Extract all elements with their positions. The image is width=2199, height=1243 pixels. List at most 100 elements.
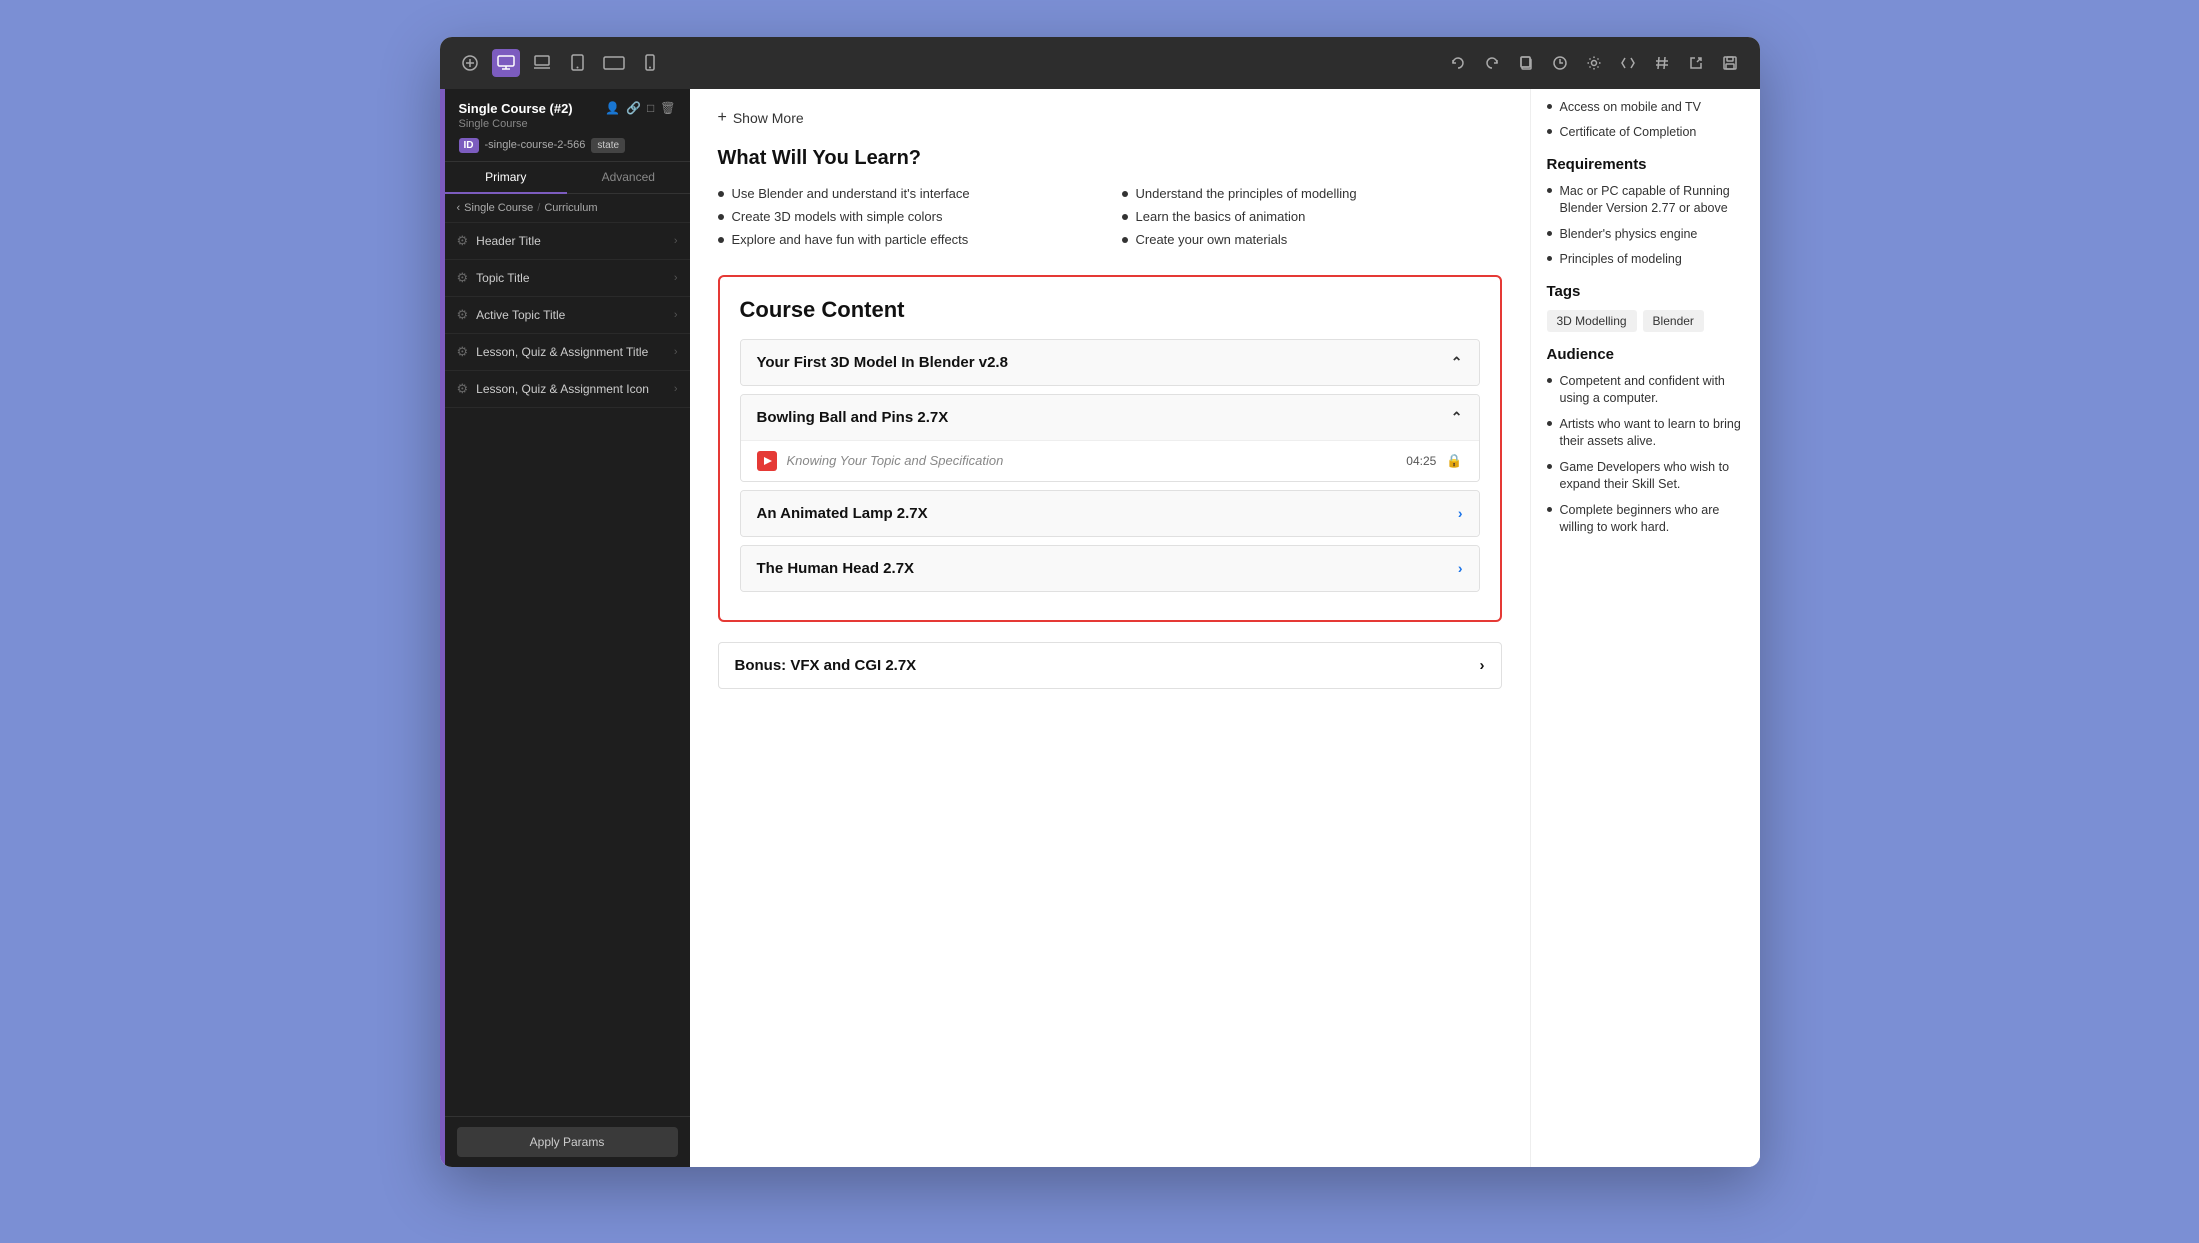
hash-icon[interactable]	[1648, 49, 1676, 77]
bullet-aud-1	[1547, 421, 1552, 426]
duplicate-icon[interactable]: □	[647, 101, 654, 115]
nav-single-course[interactable]: Single Course	[464, 202, 533, 214]
requirements-title: Requirements	[1547, 156, 1744, 173]
bullet-req-2	[1547, 256, 1552, 261]
right-item-req-0: Mac or PC capable of Running Blender Ver…	[1547, 183, 1744, 218]
history-icon[interactable]	[1546, 49, 1574, 77]
sidebar-badge-row: ID -single-course-2-566 state	[459, 138, 676, 153]
sidebar-items: ⚙ Header Title › ⚙ Topic Title › ⚙ Activ…	[445, 223, 690, 1116]
course-section-label-2: An Animated Lamp 2.7X	[757, 505, 928, 522]
course-section-label-1: Bowling Ball and Pins 2.7X	[757, 409, 949, 426]
toolbar-right	[1444, 49, 1744, 77]
sidebar-item-label-0: Header Title	[476, 234, 666, 248]
course-section-0: Your First 3D Model In Blender v2.8 ⌃	[740, 339, 1480, 386]
learn-item-2: Explore and have fun with particle effec…	[718, 232, 1098, 247]
phone-icon[interactable]	[636, 49, 664, 77]
learn-bullet-0	[718, 191, 724, 197]
link-icon[interactable]: 🔗	[626, 101, 641, 115]
sidebar-item-lesson-quiz-title[interactable]: ⚙ Lesson, Quiz & Assignment Title ›	[445, 334, 690, 371]
main-area: Single Course (#2) 👤 🔗 □ 🗑 Single Course…	[440, 89, 1760, 1167]
nav-back-icon[interactable]: ‹	[457, 202, 461, 214]
settings-icon[interactable]	[1580, 49, 1608, 77]
bullet-req-1	[1547, 231, 1552, 236]
save-icon[interactable]	[1716, 49, 1744, 77]
right-text-aud-2: Game Developers who wish to expand their…	[1560, 459, 1744, 494]
bullet-access	[1547, 104, 1552, 109]
app-window: Single Course (#2) 👤 🔗 □ 🗑 Single Course…	[440, 37, 1760, 1167]
bonus-section[interactable]: Bonus: VFX and CGI 2.7X ›	[718, 642, 1502, 689]
learn-item-1: Create 3D models with simple colors	[718, 209, 1098, 224]
course-section-header-1[interactable]: Bowling Ball and Pins 2.7X ⌃	[741, 395, 1479, 440]
sidebar-nav: ‹ Single Course / Curriculum	[445, 194, 690, 223]
copy-icon[interactable]	[1512, 49, 1540, 77]
redo-icon[interactable]	[1478, 49, 1506, 77]
course-section-label-3: The Human Head 2.7X	[757, 560, 915, 577]
sidebar-item-topic-title[interactable]: ⚙ Topic Title ›	[445, 260, 690, 297]
sidebar-item-lesson-quiz-icon[interactable]: ⚙ Lesson, Quiz & Assignment Icon ›	[445, 371, 690, 408]
learn-text-3: Understand the principles of modelling	[1136, 186, 1357, 201]
badge-id: ID	[459, 138, 479, 153]
bracket-icon[interactable]	[1614, 49, 1642, 77]
undo-icon[interactable]	[1444, 49, 1472, 77]
sidebar-item-label-3: Lesson, Quiz & Assignment Title	[476, 345, 666, 359]
right-item-cert: Certificate of Completion	[1547, 124, 1744, 142]
right-text-aud-0: Competent and confident with using a com…	[1560, 373, 1744, 408]
apply-params-button[interactable]: Apply Params	[457, 1127, 678, 1157]
export-icon[interactable]	[1682, 49, 1710, 77]
tag-1[interactable]: Blender	[1643, 310, 1704, 332]
user-icon[interactable]: 👤	[605, 101, 620, 115]
bullet-aud-3	[1547, 507, 1552, 512]
sidebar-item-header-title[interactable]: ⚙ Header Title ›	[445, 223, 690, 260]
laptop-icon[interactable]	[528, 49, 556, 77]
right-text-req-2: Principles of modeling	[1560, 251, 1682, 269]
tab-primary[interactable]: Primary	[445, 162, 568, 194]
chevron-right-2: ›	[1458, 505, 1463, 521]
arrow-icon-1: ›	[674, 272, 678, 284]
sidebar-subtitle: Single Course	[459, 118, 676, 130]
learn-item-4: Learn the basics of animation	[1122, 209, 1502, 224]
nav-separator: /	[537, 202, 540, 214]
tags-title: Tags	[1547, 283, 1744, 300]
bullet-aud-2	[1547, 464, 1552, 469]
learn-bullet-1	[718, 214, 724, 220]
course-section-header-0[interactable]: Your First 3D Model In Blender v2.8 ⌃	[741, 340, 1479, 385]
right-text-access: Access on mobile and TV	[1560, 99, 1702, 117]
widescreen-icon[interactable]	[600, 49, 628, 77]
learn-text-2: Explore and have fun with particle effec…	[732, 232, 969, 247]
badge-state: state	[591, 138, 625, 153]
learn-bullet-5	[1122, 237, 1128, 243]
right-text-cert: Certificate of Completion	[1560, 124, 1697, 142]
tablet-icon[interactable]	[564, 49, 592, 77]
course-section-3: The Human Head 2.7X ›	[740, 545, 1480, 592]
right-text-aud-3: Complete beginners who are willing to wo…	[1560, 502, 1744, 537]
show-more-label: Show More	[733, 110, 804, 126]
gear-icon-3: ⚙	[457, 344, 469, 360]
gear-icon-1: ⚙	[457, 270, 469, 286]
gear-icon-0: ⚙	[457, 233, 469, 249]
right-panel: Access on mobile and TV Certificate of C…	[1530, 89, 1760, 1167]
right-text-req-0: Mac or PC capable of Running Blender Ver…	[1560, 183, 1744, 218]
delete-icon[interactable]: 🗑	[660, 101, 675, 115]
course-section-2: An Animated Lamp 2.7X ›	[740, 490, 1480, 537]
lock-icon-0: 🔒	[1446, 453, 1462, 469]
learn-item-3: Understand the principles of modelling	[1122, 186, 1502, 201]
tag-0[interactable]: 3D Modelling	[1547, 310, 1637, 332]
right-item-access: Access on mobile and TV	[1547, 99, 1744, 117]
learn-section-title: What Will You Learn?	[718, 147, 1502, 170]
content-pane: + Show More What Will You Learn? Use Ble…	[690, 89, 1760, 1167]
learn-bullet-2	[718, 237, 724, 243]
learn-text-5: Create your own materials	[1136, 232, 1288, 247]
sidebar-item-active-topic-title[interactable]: ⚙ Active Topic Title ›	[445, 297, 690, 334]
course-section-header-3[interactable]: The Human Head 2.7X ›	[741, 546, 1479, 591]
desktop-icon[interactable]	[492, 49, 520, 77]
nav-curriculum[interactable]: Curriculum	[544, 202, 597, 214]
learn-grid: Use Blender and understand it's interfac…	[718, 186, 1502, 247]
toolbar	[440, 37, 1760, 89]
show-more-row[interactable]: + Show More	[718, 109, 1502, 127]
course-section-header-2[interactable]: An Animated Lamp 2.7X ›	[741, 491, 1479, 536]
plus-icon[interactable]	[456, 49, 484, 77]
arrow-icon-4: ›	[674, 383, 678, 395]
tab-advanced[interactable]: Advanced	[567, 162, 690, 193]
video-play-icon	[757, 451, 777, 471]
audience-title: Audience	[1547, 346, 1744, 363]
